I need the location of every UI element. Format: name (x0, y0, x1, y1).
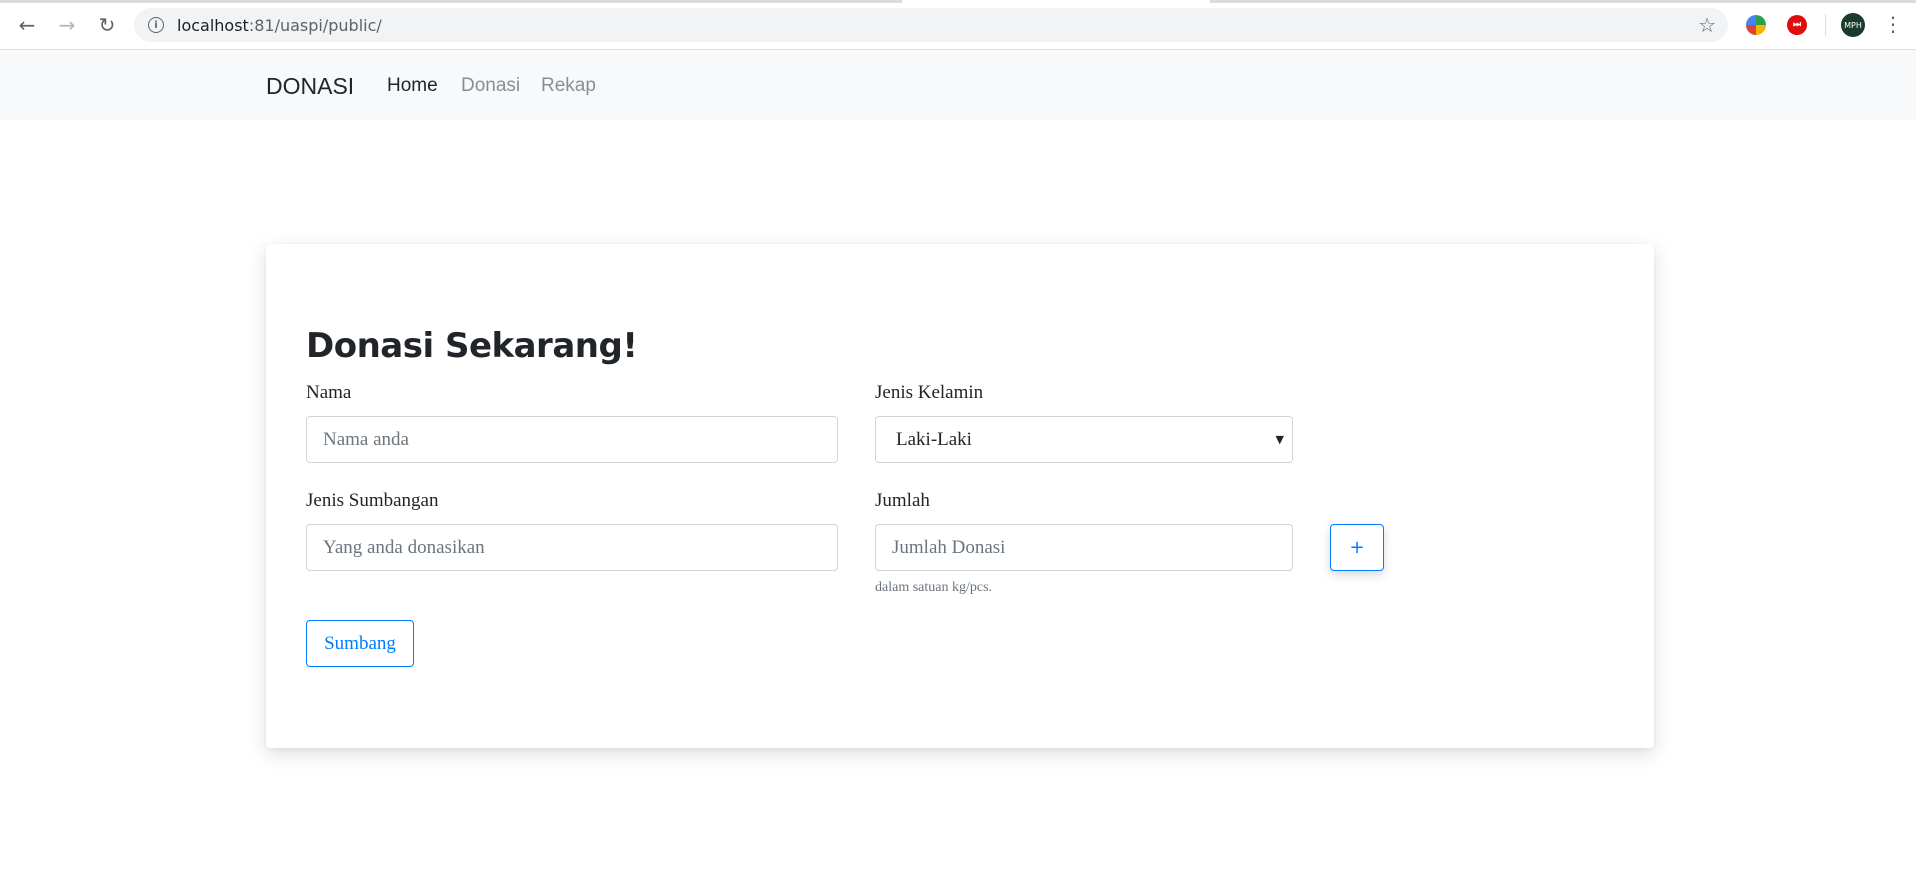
address-bar[interactable]: i localhost:81/uaspi/public/ ☆ (134, 8, 1728, 42)
jumlah-help-text: dalam satuan kg/pcs. (875, 580, 993, 595)
browser-toolbar: ← → ↻ i localhost:81/uaspi/public/ ☆ ⏭ M… (0, 0, 1916, 50)
nav-link-home[interactable]: Home (387, 75, 438, 97)
dropdown-arrow-icon: ▼ (1275, 433, 1284, 446)
navbar-brand[interactable]: DONASI (266, 73, 354, 100)
extension-media-icon[interactable]: ⏭ (1787, 15, 1807, 35)
jumlah-input[interactable] (875, 524, 1293, 571)
url-text[interactable]: localhost:81/uaspi/public/ (177, 16, 382, 35)
back-icon[interactable]: ← (11, 9, 43, 41)
nama-input[interactable] (306, 416, 838, 463)
url-host: localhost (177, 16, 249, 35)
jenis-kelamin-select[interactable]: Laki-Laki ▼ (875, 416, 1293, 463)
toolbar-divider (1825, 14, 1826, 36)
reload-icon[interactable]: ↻ (91, 9, 123, 41)
add-item-button[interactable]: + (1330, 524, 1384, 571)
jenis-sumbangan-label: Jenis Sumbangan (306, 490, 439, 511)
info-icon[interactable]: i (148, 17, 164, 33)
jumlah-label: Jumlah (875, 490, 930, 511)
url-path: :81/uaspi/public/ (248, 16, 382, 35)
nav-link-rekap[interactable]: Rekap (541, 75, 596, 97)
jenis-sumbangan-input[interactable] (306, 524, 838, 571)
forward-icon[interactable]: → (51, 9, 83, 41)
tab-strip-edge (0, 0, 902, 3)
site-navbar: DONASI Home Donasi Rekap (0, 50, 1916, 120)
jenis-kelamin-selected: Laki-Laki (896, 428, 972, 450)
nama-label: Nama (306, 382, 352, 403)
nav-link-donasi[interactable]: Donasi (461, 75, 520, 97)
tab-strip-edge (1210, 0, 1916, 3)
extension-globe-icon[interactable] (1746, 15, 1766, 35)
form-title: Donasi Sekarang! (306, 326, 638, 366)
bookmark-star-icon[interactable]: ☆ (1698, 13, 1716, 37)
jenis-kelamin-label: Jenis Kelamin (875, 382, 984, 403)
sumbang-button[interactable]: Sumbang (306, 620, 414, 667)
browser-menu-icon[interactable]: ⋮ (1883, 12, 1903, 36)
profile-avatar[interactable]: MPH (1841, 13, 1865, 37)
donation-card: Donasi Sekarang! Nama Jenis Kelamin Laki… (266, 244, 1654, 748)
